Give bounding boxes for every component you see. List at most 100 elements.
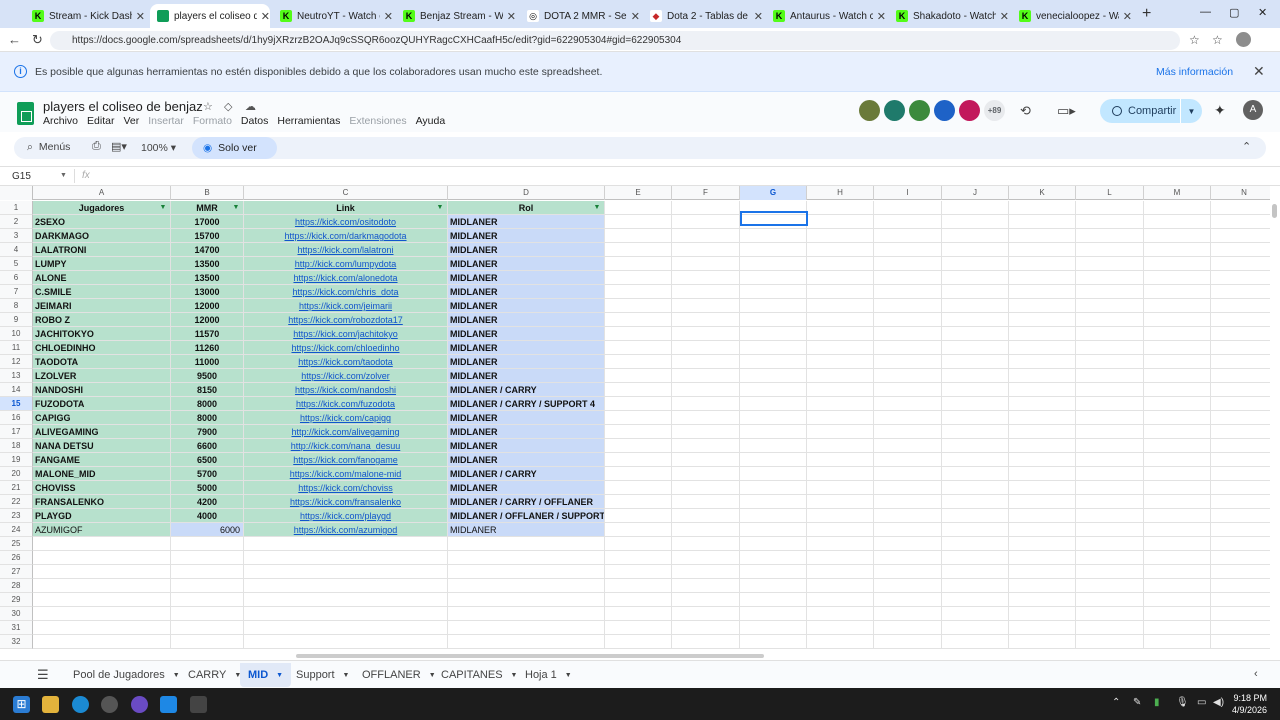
system-clock[interactable]: 9:18 PM 4/9/2026 bbox=[1232, 692, 1267, 716]
role-cell[interactable]: MIDLANER / CARRY / SUPPORT 4 bbox=[448, 397, 605, 411]
close-tab-icon[interactable]: ✕ bbox=[136, 10, 145, 23]
grid-cell[interactable] bbox=[605, 523, 672, 537]
grid-cell[interactable] bbox=[1009, 369, 1076, 383]
link-cell[interactable] bbox=[244, 565, 448, 579]
grid-cell[interactable] bbox=[672, 285, 740, 299]
tray-app-icon[interactable]: ✎ bbox=[1133, 697, 1141, 708]
grid-cell[interactable] bbox=[1076, 411, 1144, 425]
mic-icon[interactable]: 🎙 bbox=[1176, 697, 1189, 708]
player-name-cell[interactable] bbox=[33, 551, 171, 565]
grid-cell[interactable] bbox=[1076, 299, 1144, 313]
grid-cell[interactable] bbox=[874, 341, 942, 355]
profile-avatar[interactable] bbox=[1236, 32, 1251, 47]
grid-cell[interactable] bbox=[605, 411, 672, 425]
link-cell[interactable] bbox=[244, 537, 448, 551]
grid-cell[interactable] bbox=[874, 439, 942, 453]
role-cell[interactable]: MIDLANER bbox=[448, 285, 605, 299]
grid-cell[interactable] bbox=[1076, 621, 1144, 635]
grid-cell[interactable] bbox=[807, 299, 874, 313]
grid-cell[interactable] bbox=[605, 355, 672, 369]
link-cell-value[interactable]: https://kick.com/lalatroni bbox=[297, 245, 393, 255]
grid-cell[interactable] bbox=[740, 579, 807, 593]
header-cell[interactable]: Rol ▼ bbox=[448, 201, 605, 215]
grid-cell[interactable] bbox=[740, 257, 807, 271]
sheet-tab[interactable]: Hoja 1 ▼ bbox=[517, 663, 580, 687]
row-header[interactable]: 31 bbox=[0, 621, 33, 635]
close-tab-icon[interactable]: ✕ bbox=[261, 10, 270, 23]
role-cell[interactable]: MIDLANER bbox=[448, 439, 605, 453]
player-name-cell[interactable] bbox=[33, 565, 171, 579]
grid-cell[interactable] bbox=[1211, 299, 1270, 313]
cloud-status-icon[interactable]: ☁ bbox=[245, 100, 256, 113]
grid-cell[interactable] bbox=[605, 257, 672, 271]
grid-cell[interactable] bbox=[1009, 215, 1076, 229]
grid-cell[interactable] bbox=[605, 369, 672, 383]
close-tab-icon[interactable]: ✕ bbox=[384, 10, 393, 23]
grid-cell[interactable] bbox=[1009, 313, 1076, 327]
grid-cell[interactable] bbox=[1144, 243, 1211, 257]
role-cell[interactable]: MIDLANER bbox=[448, 425, 605, 439]
link-cell[interactable]: https://kick.com/jeimarii bbox=[244, 299, 448, 313]
role-cell[interactable] bbox=[448, 635, 605, 649]
grid-cell[interactable] bbox=[1144, 551, 1211, 565]
grid-cell[interactable] bbox=[672, 313, 740, 327]
mmr-cell[interactable] bbox=[171, 551, 244, 565]
grid-cell[interactable] bbox=[1211, 285, 1270, 299]
link-cell-value[interactable]: https://kick.com/playgd bbox=[300, 511, 391, 521]
row-header[interactable]: 18 bbox=[0, 439, 33, 453]
grid-cell[interactable] bbox=[942, 439, 1009, 453]
player-name-cell[interactable]: FANGAME bbox=[33, 453, 171, 467]
grid-cell[interactable] bbox=[1144, 537, 1211, 551]
player-name-cell[interactable]: ALIVEGAMING bbox=[33, 425, 171, 439]
grid-cell[interactable] bbox=[1211, 257, 1270, 271]
grid-cell[interactable] bbox=[1144, 369, 1211, 383]
grid-cell[interactable] bbox=[1076, 509, 1144, 523]
player-name-cell[interactable]: LALATRONI bbox=[33, 243, 171, 257]
grid-cell[interactable] bbox=[1211, 495, 1270, 509]
row-header[interactable]: 3 bbox=[0, 229, 33, 243]
player-name-cell[interactable]: CHLOEDINHO bbox=[33, 341, 171, 355]
grid-cell[interactable] bbox=[672, 607, 740, 621]
grid-cell[interactable] bbox=[1009, 285, 1076, 299]
grid-cell[interactable] bbox=[740, 425, 807, 439]
grid-cell[interactable] bbox=[942, 523, 1009, 537]
browser-tab[interactable]: Kvenecialoopez - Watch c ✕ bbox=[1012, 4, 1132, 28]
grid-cell[interactable] bbox=[942, 425, 1009, 439]
grid-cell[interactable] bbox=[605, 509, 672, 523]
grid-cell[interactable] bbox=[605, 565, 672, 579]
column-header[interactable]: C bbox=[244, 186, 448, 200]
grid-cell[interactable] bbox=[1144, 341, 1211, 355]
link-cell[interactable]: https://kick.com/azumigod bbox=[244, 523, 448, 537]
chevron-down-icon[interactable]: ▼ bbox=[60, 172, 67, 179]
grid-cell[interactable] bbox=[1076, 467, 1144, 481]
player-name-cell[interactable]: TAODOTA bbox=[33, 355, 171, 369]
link-cell-value[interactable]: https://kick.com/jeimarii bbox=[299, 301, 392, 311]
collaborator-avatar[interactable] bbox=[959, 100, 980, 121]
player-name-cell[interactable]: FRANSALENKO bbox=[33, 495, 171, 509]
role-cell[interactable]: MIDLANER bbox=[448, 271, 605, 285]
collaborator-avatar[interactable] bbox=[884, 100, 905, 121]
mmr-cell[interactable]: 4000 bbox=[171, 509, 244, 523]
grid-cell[interactable] bbox=[942, 271, 1009, 285]
print-icon[interactable]: ⎙ bbox=[92, 140, 101, 153]
mmr-cell[interactable]: 14700 bbox=[171, 243, 244, 257]
collaborator-avatar[interactable] bbox=[934, 100, 955, 121]
link-cell[interactable]: http://kick.com/alivegaming bbox=[244, 425, 448, 439]
sheets-logo-icon[interactable] bbox=[17, 102, 34, 125]
column-header[interactable]: G bbox=[740, 186, 807, 200]
player-name-cell[interactable] bbox=[33, 607, 171, 621]
grid-cell[interactable] bbox=[605, 271, 672, 285]
account-avatar[interactable]: A bbox=[1243, 100, 1263, 120]
grid-cell[interactable] bbox=[605, 299, 672, 313]
browser-tab[interactable]: ◆ Dota 2 - Tablas de clasif ✕ bbox=[643, 4, 763, 28]
row-header[interactable]: 26 bbox=[0, 551, 33, 565]
grid-cell[interactable] bbox=[874, 271, 942, 285]
mmr-cell[interactable] bbox=[171, 635, 244, 649]
menu-item[interactable]: Datos bbox=[241, 115, 268, 127]
format-icon[interactable]: ▤▾ bbox=[111, 140, 127, 153]
header-cell[interactable]: Jugadores ▼ bbox=[33, 201, 171, 215]
grid-cell[interactable] bbox=[740, 607, 807, 621]
grid-cell[interactable] bbox=[1009, 523, 1076, 537]
grid-cell[interactable] bbox=[1076, 607, 1144, 621]
grid-cell[interactable] bbox=[740, 285, 807, 299]
